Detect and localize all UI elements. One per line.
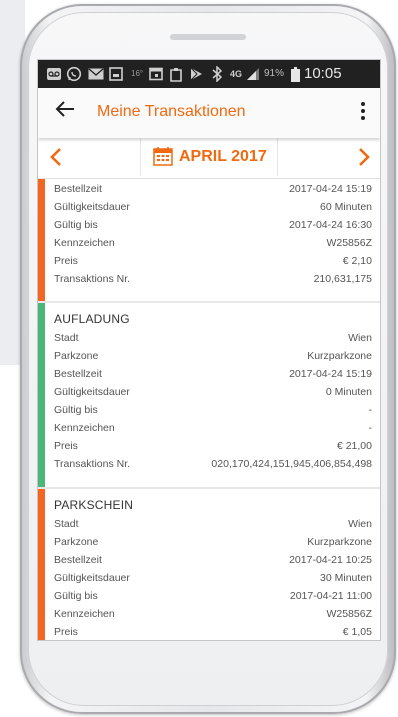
phone-screen: 16° 4G 91% 10:05 Meine Transaktionen APR… — [38, 60, 380, 640]
month-label: APRIL 2017 — [179, 148, 267, 165]
transaction-list[interactable]: Bestellzeit 2017-04-24 15:19 Gültigkeitsd… — [38, 179, 380, 640]
transaction-row: Bestellzeit 2017-04-21 10:25 — [54, 554, 372, 566]
clipboard-icon — [169, 60, 183, 88]
clock: 10:05 — [304, 65, 342, 82]
calendar-icon — [153, 146, 173, 171]
month-selector: APRIL 2017 — [38, 138, 380, 179]
overflow-menu-icon[interactable] — [360, 102, 366, 124]
temperature-readout: 16° — [131, 69, 144, 78]
app-bar: Meine Transaktionen — [38, 88, 380, 138]
transaction-row: Gültigkeitsdauer 0 Minuten — [54, 386, 372, 398]
transaction-row: Kennzeichen W25856Z — [54, 608, 372, 620]
transaction-card-parkschein[interactable]: Bestellzeit 2017-04-24 15:19 Gültigkeitsd… — [38, 179, 380, 301]
back-arrow-icon[interactable] — [54, 98, 76, 128]
transaction-row: Bestellzeit 2017-04-24 15:19 — [54, 183, 372, 195]
transaction-row: Kennzeichen W25856Z — [54, 237, 372, 249]
transaction-row: Transaktions Nr. 020,170,424,151,945,406,… — [54, 458, 372, 470]
bluetooth-icon — [211, 60, 223, 88]
transaction-row: Gültig bis 2017-04-21 11:00 — [54, 590, 372, 602]
transaction-card-aufladung[interactable]: AUFLADUNG Stadt Wien Parkzone Kurzparkzone… — [38, 303, 380, 487]
previous-month-chevron-icon[interactable] — [46, 146, 68, 168]
earpiece-speaker — [170, 34, 246, 40]
signal-icon — [246, 60, 260, 88]
play-store-icon — [189, 60, 203, 88]
transaction-row: Gültigkeitsdauer 60 Minuten — [54, 201, 372, 213]
card-type-stripe — [38, 303, 45, 487]
transaction-row: Bestellzeit 2017-04-24 15:19 — [54, 368, 372, 380]
battery-icon — [291, 60, 300, 88]
transaction-row: Preis € 21,00 — [54, 440, 372, 452]
gallery-icon — [109, 60, 123, 88]
transaction-row: Stadt Wien — [54, 332, 372, 344]
next-month-chevron-icon[interactable] — [352, 146, 374, 168]
calendar-icon — [149, 60, 163, 88]
status-bar: 16° 4G 91% 10:05 — [38, 60, 380, 88]
transaction-row: Gültig bis 2017-04-24 16:30 — [54, 219, 372, 231]
battery-percent: 91% — [264, 68, 285, 79]
transaction-card-parkschein[interactable]: PARKSCHEIN Stadt Wien Parkzone Kurzparkzon… — [38, 489, 380, 640]
transaction-row: Parkzone Kurzparkzone — [54, 350, 372, 362]
network-4g-icon: 4G — [230, 69, 243, 79]
voicemail-icon — [46, 60, 62, 88]
transaction-type-title: PARKSCHEIN — [54, 498, 134, 512]
card-type-stripe — [38, 489, 45, 640]
transaction-row: Preis € 1,05 — [54, 626, 372, 638]
transaction-type-title: AUFLADUNG — [54, 312, 130, 326]
page-title: Meine Transaktionen — [97, 103, 246, 120]
mail-icon — [88, 60, 104, 88]
transaction-row: Stadt Wien — [54, 518, 372, 530]
transaction-row: Gültigkeitsdauer 30 Minuten — [54, 572, 372, 584]
transaction-row: Gültig bis - — [54, 404, 372, 416]
transaction-row: Transaktions Nr. 210,631,175 — [54, 273, 372, 285]
transaction-row: Kennzeichen - — [54, 422, 372, 434]
whatsapp-icon — [66, 60, 82, 88]
transaction-row: Preis € 2,10 — [54, 255, 372, 267]
card-type-stripe — [38, 179, 45, 301]
transaction-row: Parkzone Kurzparkzone — [54, 536, 372, 548]
month-label-box[interactable]: APRIL 2017 — [140, 138, 278, 176]
